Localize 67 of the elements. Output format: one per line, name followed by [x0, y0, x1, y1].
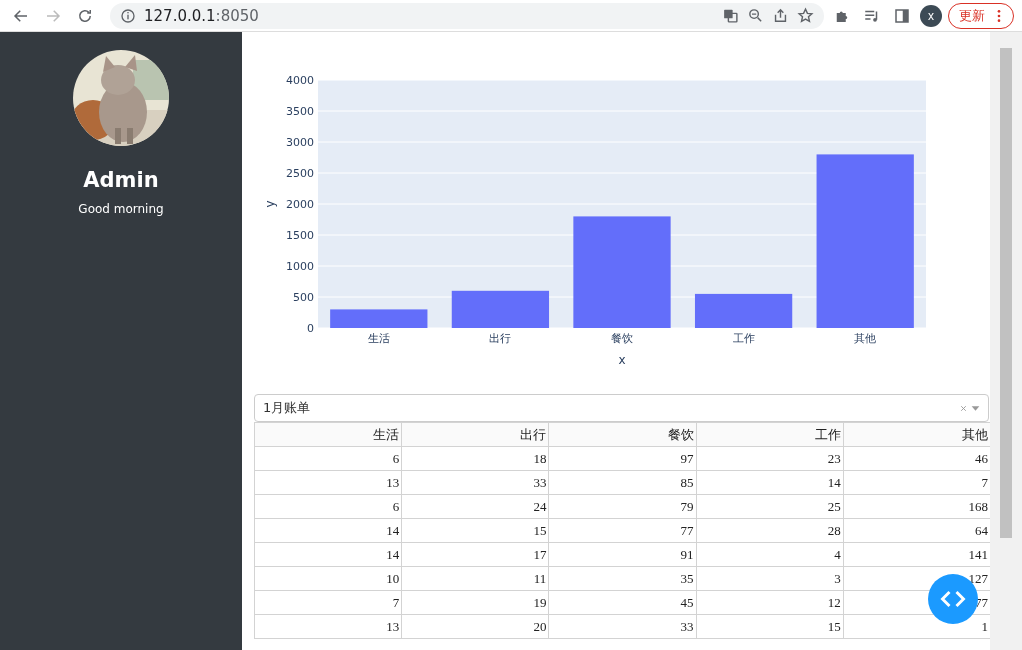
table-cell: 14	[254, 542, 402, 567]
y-tick-label: 500	[293, 291, 314, 304]
table-cell: 45	[548, 590, 697, 615]
table-cell: 25	[696, 494, 844, 519]
column-header: 出行	[401, 422, 549, 447]
address-bar[interactable]: 127.0.0.1:8050	[110, 2, 824, 29]
table-cell: 12	[696, 590, 844, 615]
zoom-out-icon	[747, 7, 764, 24]
y-tick-label: 3500	[286, 105, 314, 118]
table-cell: 7	[254, 590, 402, 615]
table-cell: 4	[696, 542, 844, 567]
greeting-text: Good morning	[78, 202, 164, 216]
y-tick-label: 0	[307, 322, 314, 335]
x-tick-label: 生活	[367, 332, 390, 345]
share-icon	[772, 7, 789, 24]
user-name: Admin	[83, 168, 159, 192]
table-cell: 17	[401, 542, 549, 567]
table-cell: 85	[548, 470, 697, 495]
table-cell: 14	[254, 518, 402, 543]
y-tick-label: 1000	[286, 260, 314, 273]
x-axis-title: x	[618, 353, 626, 367]
x-tick-label: 出行	[489, 332, 512, 345]
profile-avatar[interactable]: x	[920, 4, 942, 27]
table-cell: 23	[696, 446, 844, 471]
url-text: 127.0.0.1:8050	[144, 6, 259, 25]
column-header: 其他	[843, 422, 990, 447]
table-cell: 33	[548, 614, 697, 639]
table-cell: 13	[254, 614, 402, 639]
table-cell: 6	[254, 446, 402, 471]
info-icon	[120, 7, 136, 24]
side-panel-icon	[893, 6, 911, 25]
table-cell: 10	[254, 566, 402, 591]
table-cell: 91	[548, 542, 697, 567]
table-cell: 13	[254, 470, 402, 495]
table-cell: 6	[254, 494, 402, 519]
table-cell: 77	[548, 518, 697, 543]
column-header: 餐饮	[548, 422, 697, 447]
table-cell: 11	[401, 566, 549, 591]
y-tick-label: 2500	[286, 167, 314, 180]
table-cell: 28	[696, 518, 844, 543]
update-button[interactable]: 更新	[948, 2, 1014, 29]
column-header: 生活	[254, 422, 402, 447]
x-tick-label: 其他	[854, 332, 877, 345]
table-cell: 18	[401, 446, 549, 471]
month-dropdown[interactable]: 1月账单	[254, 394, 989, 422]
table-cell: 15	[401, 518, 549, 543]
y-tick-label: 3000	[286, 136, 314, 149]
table-cell: 97	[548, 446, 697, 471]
y-tick-label: 2000	[286, 198, 314, 211]
table-cell: 14	[696, 470, 844, 495]
table-cell: 33	[401, 470, 549, 495]
star-icon	[797, 7, 814, 24]
translate-icon	[722, 7, 739, 24]
y-axis-title: y	[263, 200, 277, 208]
table-cell: 20	[401, 614, 549, 639]
x-tick-label: 工作	[732, 332, 755, 345]
table-cell: 19	[401, 590, 549, 615]
column-header: 工作	[696, 422, 844, 447]
table-cell: 35	[548, 566, 697, 591]
table-cell: 24	[401, 494, 549, 519]
table-cell: 3	[696, 566, 844, 591]
y-tick-label: 4000	[286, 74, 314, 87]
y-tick-label: 1500	[286, 229, 314, 242]
x-tick-label: 餐饮	[611, 332, 633, 345]
table-cell: 79	[548, 494, 697, 519]
table-cell: 15	[696, 614, 844, 639]
scrollbar[interactable]	[990, 32, 1022, 650]
